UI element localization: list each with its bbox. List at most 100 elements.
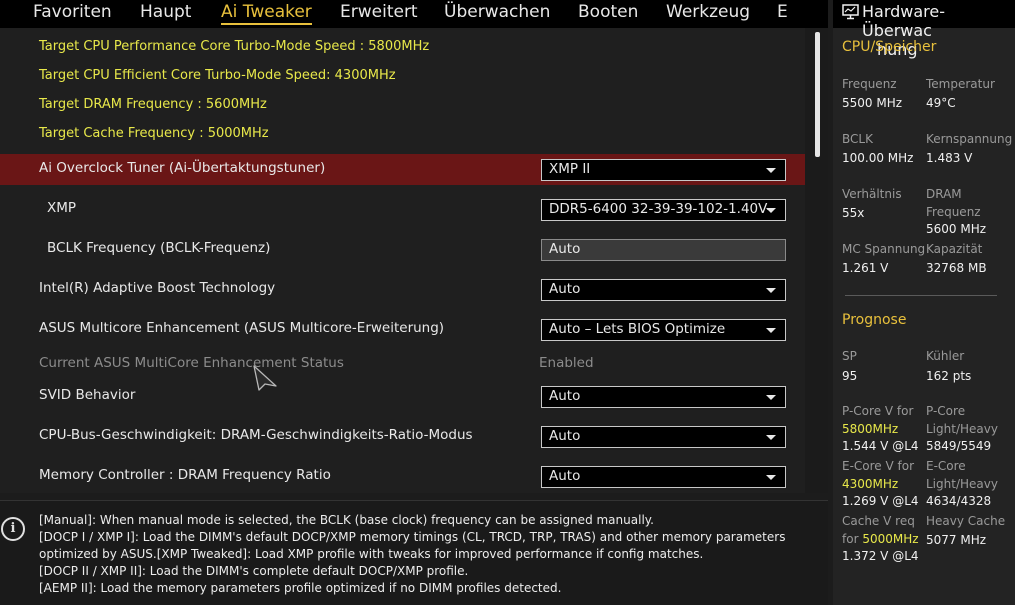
settings-panel: Target CPU Performance Core Turbo-Mode S… bbox=[0, 28, 805, 493]
chevron-down-icon bbox=[766, 208, 776, 213]
mc-spannung-label: MC Spannung bbox=[842, 242, 926, 256]
mc-spannung-value: 1.261 V bbox=[842, 261, 889, 275]
tab-werkzeug[interactable]: Werkzeug bbox=[666, 2, 750, 22]
label-line: for bbox=[842, 532, 863, 546]
label-line: Light/Heavy bbox=[926, 477, 998, 491]
label-line: P-Core bbox=[926, 404, 966, 418]
verhaeltnis-label: Verhältnis bbox=[842, 187, 902, 201]
tab-ai-tweaker[interactable]: Ai Tweaker bbox=[221, 2, 312, 25]
label-line: E-Core bbox=[926, 459, 966, 473]
tab-erweitert[interactable]: Erweitert bbox=[340, 2, 418, 22]
help-text: [Manual]: When manual mode is selected, … bbox=[39, 512, 819, 597]
label-line: E-Core V for bbox=[842, 459, 915, 473]
tab-favoriten[interactable]: Favoriten bbox=[33, 2, 112, 22]
kapazitaet-label: Kapazität bbox=[926, 242, 983, 256]
chevron-down-icon bbox=[766, 288, 776, 293]
dram-frequenz-label: DRAM Frequenz bbox=[926, 185, 981, 221]
label-line: DRAM bbox=[926, 187, 962, 201]
target-pcore-speed: Target CPU Performance Core Turbo-Mode S… bbox=[39, 39, 430, 54]
dram-ratio-mode-value: Auto bbox=[549, 428, 581, 444]
bclk-monitor-label: BCLK bbox=[842, 132, 873, 146]
tab-haupt[interactable]: Haupt bbox=[140, 2, 191, 22]
ai-oc-tuner-value: XMP II bbox=[549, 161, 591, 177]
temperatur-label: Temperatur bbox=[926, 77, 995, 91]
adaptive-boost-select[interactable]: Auto bbox=[541, 279, 786, 301]
kernspannung-label: Kernspannung bbox=[926, 132, 1013, 146]
dram-ratio-mode-select[interactable]: Auto bbox=[541, 426, 786, 448]
top-nav: Favoriten Haupt Ai Tweaker Erweitert Übe… bbox=[0, 0, 828, 28]
label-line: Frequenz bbox=[926, 205, 981, 219]
chevron-down-icon bbox=[766, 328, 776, 333]
help-line: [DOCP II / XMP II]: Load the DIMM's comp… bbox=[39, 564, 469, 578]
mce-select[interactable]: Auto – Lets BIOS Optimize bbox=[541, 319, 786, 341]
mouse-cursor-icon bbox=[253, 365, 277, 391]
xmp-label: XMP bbox=[47, 200, 77, 216]
mem-ctrl-ratio-select[interactable]: Auto bbox=[541, 466, 786, 488]
tab-exit[interactable]: E bbox=[777, 2, 788, 22]
bclk-monitor-value: 100.00 MHz bbox=[842, 151, 914, 165]
label-line: Light/Heavy bbox=[926, 422, 998, 436]
ecore-lh-value: 4634/4328 bbox=[926, 494, 992, 508]
ecore-v-value: 1.269 V @L4 bbox=[842, 494, 919, 508]
help-line: [Manual]: When manual mode is selected, … bbox=[39, 513, 654, 527]
scrollbar-thumb[interactable] bbox=[815, 32, 820, 157]
adaptive-boost-label: Intel(R) Adaptive Boost Technology bbox=[39, 280, 276, 296]
kuehler-label: Kühler bbox=[926, 349, 965, 363]
tab-booten[interactable]: Booten bbox=[578, 2, 638, 22]
heavy-cache-label: Heavy Cache bbox=[926, 514, 1006, 528]
ecore-v-label: E-Core V for 4300MHz bbox=[842, 457, 914, 493]
chevron-down-icon bbox=[766, 475, 776, 480]
dram-frequenz-value: 5600 MHz bbox=[926, 222, 987, 236]
target-ecore-speed: Target CPU Efficient Core Turbo-Mode Spe… bbox=[39, 68, 396, 83]
pcore-v-value: 1.544 V @L4 bbox=[842, 439, 919, 453]
sp-value: 95 bbox=[842, 369, 858, 383]
ecore-lh-label: E-Core Light/Heavy bbox=[926, 457, 998, 493]
help-line: [DOCP I / XMP I]: Load the DIMM's defaul… bbox=[39, 530, 786, 544]
label-line: P-Core V for bbox=[842, 404, 914, 418]
frequenz-label: Frequenz bbox=[842, 77, 897, 91]
chevron-down-icon bbox=[766, 435, 776, 440]
ecore-v-frequency: 4300MHz bbox=[842, 477, 899, 491]
xmp-select[interactable]: DDR5-6400 32-39-39-102-1.40V-1.40V bbox=[541, 199, 786, 221]
mce-status-label: Current ASUS MultiCore Enhancement Statu… bbox=[39, 355, 344, 371]
bclk-label: BCLK Frequency (BCLK-Frequenz) bbox=[47, 240, 271, 256]
mce-label: ASUS Multicore Enhancement (ASUS Multico… bbox=[39, 320, 445, 336]
target-cache-frequency: Target Cache Frequency : 5000MHz bbox=[39, 126, 269, 141]
svid-label: SVID Behavior bbox=[39, 387, 136, 403]
kernspannung-value: 1.483 V bbox=[926, 151, 973, 165]
target-dram-frequency: Target DRAM Frequency : 5600MHz bbox=[39, 97, 267, 112]
chevron-down-icon bbox=[766, 395, 776, 400]
bclk-input[interactable]: Auto bbox=[541, 239, 786, 261]
pcore-v-frequency: 5800MHz bbox=[842, 422, 899, 436]
info-icon: i bbox=[1, 517, 25, 541]
cache-v-value: 1.372 V @L4 bbox=[842, 549, 919, 563]
xmp-value: DDR5-6400 32-39-39-102-1.40V-1.40V bbox=[549, 201, 771, 217]
kapazitaet-value: 32768 MB bbox=[926, 261, 987, 275]
title-line: Hardware-Überwac bbox=[862, 2, 946, 40]
ai-oc-tuner-select[interactable]: XMP II bbox=[541, 159, 786, 181]
tab-ueberwachen[interactable]: Überwachen bbox=[444, 2, 550, 22]
adaptive-boost-value: Auto bbox=[549, 281, 581, 297]
mem-ctrl-ratio-value: Auto bbox=[549, 468, 581, 484]
cache-v-label: Cache V req for 5000MHz bbox=[842, 512, 919, 548]
mce-status-value: Enabled bbox=[539, 355, 594, 371]
pcore-lh-value: 5849/5549 bbox=[926, 439, 992, 453]
cpu-memory-section-title: CPU/Speicher bbox=[842, 39, 937, 55]
monitor-icon bbox=[842, 4, 859, 20]
verhaeltnis-value: 55x bbox=[842, 206, 865, 220]
chevron-down-icon bbox=[766, 168, 776, 173]
pcore-lh-label: P-Core Light/Heavy bbox=[926, 402, 998, 438]
mem-ctrl-ratio-label: Memory Controller : DRAM Frequency Ratio bbox=[39, 467, 331, 483]
svid-value: Auto bbox=[549, 388, 581, 404]
pcore-v-label: P-Core V for 5800MHz bbox=[842, 402, 913, 438]
help-line: optimized by ASUS.[XMP Tweaked]: Load XM… bbox=[39, 547, 704, 561]
help-line: [AEMP II]: Load the memory parameters pr… bbox=[39, 581, 562, 595]
heavy-cache-value: 5077 MHz bbox=[926, 533, 987, 547]
dram-ratio-mode-label: CPU-Bus-Geschwindigkeit: DRAM-Geschwindi… bbox=[39, 427, 473, 443]
svid-select[interactable]: Auto bbox=[541, 386, 786, 408]
label-line: Cache V req bbox=[842, 514, 915, 528]
sp-label: SP bbox=[842, 349, 857, 363]
sidebar-divider bbox=[845, 295, 997, 296]
mce-value: Auto – Lets BIOS Optimize bbox=[549, 321, 726, 337]
cache-v-frequency: 5000MHz bbox=[862, 532, 919, 546]
